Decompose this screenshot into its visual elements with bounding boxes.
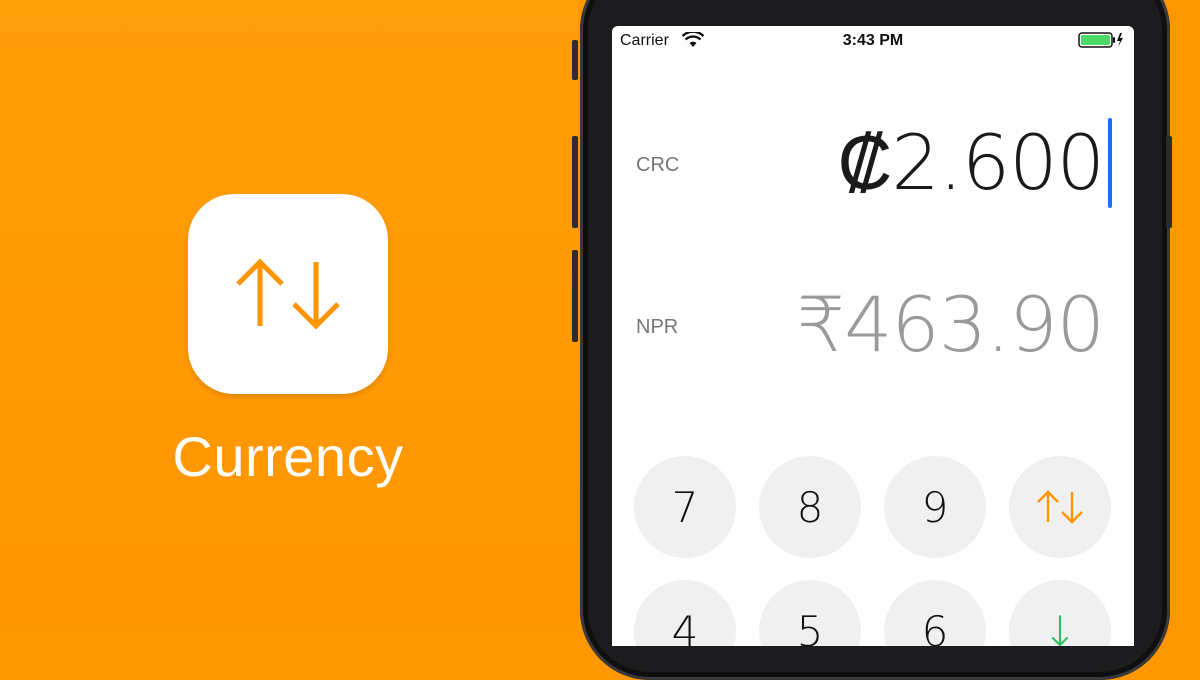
app-name: Currency <box>172 425 404 488</box>
swap-arrows-icon <box>236 258 340 330</box>
side-button <box>572 40 578 80</box>
battery-icon <box>1078 32 1123 48</box>
key-6[interactable]: 6 <box>884 580 986 646</box>
key-9[interactable]: 9 <box>884 456 986 558</box>
to-currency-row[interactable]: NPR ₹463.90 <box>612 268 1134 388</box>
app-icon <box>188 194 388 394</box>
side-button <box>1166 136 1172 228</box>
key-7[interactable]: 7 <box>634 456 736 558</box>
to-amount-value: ₹463.90 <box>796 280 1105 369</box>
key-4[interactable]: 4 <box>634 580 736 646</box>
keypad: 7 8 9 4 5 6 ↓ <box>612 456 1134 646</box>
side-button <box>572 250 578 342</box>
key-5[interactable]: 5 <box>759 580 861 646</box>
promo-panel: Currency <box>0 0 578 630</box>
from-amount-input[interactable]: ₡2.600 <box>838 118 1105 207</box>
key-8[interactable]: 8 <box>759 456 861 558</box>
swap-currencies-button[interactable] <box>1009 456 1111 558</box>
swap-arrows-icon <box>1037 490 1083 524</box>
side-button <box>572 136 578 228</box>
status-time: 3:43 PM <box>842 32 904 49</box>
text-cursor <box>1108 118 1112 208</box>
phone-screen: Carrier 3:43 PM CRC ₡2.600 NPR ₹463.90 7… <box>612 26 1134 646</box>
key-down-arrow[interactable]: ↓ <box>1009 580 1111 646</box>
from-currency-code[interactable]: CRC <box>636 154 679 177</box>
from-currency-row[interactable]: CRC ₡2.600 <box>612 106 1134 226</box>
to-currency-code[interactable]: NPR <box>636 316 678 339</box>
status-bar: Carrier 3:43 PM <box>612 26 1134 56</box>
